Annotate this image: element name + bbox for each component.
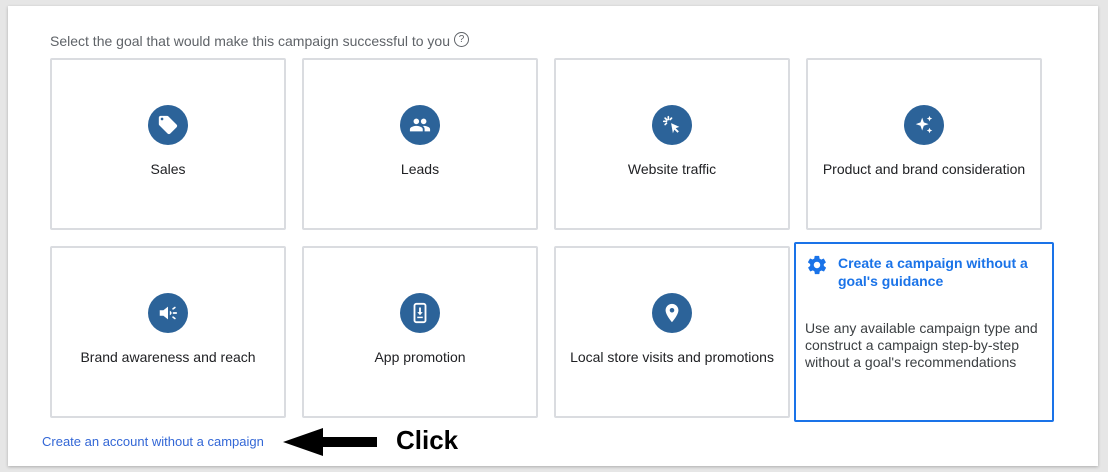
goal-label: App promotion: [374, 349, 466, 365]
goal-card-local-store-visits[interactable]: Local store visits and promotions: [554, 246, 790, 418]
goal-prompt: Select the goal that would make this cam…: [50, 31, 469, 49]
goal-card-sales[interactable]: Sales: [50, 58, 286, 230]
goal-card-leads[interactable]: Leads: [302, 58, 538, 230]
people-icon: [400, 105, 440, 145]
no-goal-card-title: Create a campaign without a goal's guida…: [838, 255, 1028, 289]
create-account-without-campaign-link[interactable]: Create an account without a campaign: [42, 434, 264, 449]
location-pin-icon: [652, 293, 692, 333]
goal-label: Local store visits and promotions: [570, 349, 774, 365]
goal-label: Brand awareness and reach: [80, 349, 256, 365]
goal-card-brand-awareness[interactable]: Brand awareness and reach: [50, 246, 286, 418]
goal-card-product-brand-consideration[interactable]: Product and brand consideration: [806, 58, 1042, 230]
goal-label: Sales: [150, 161, 186, 177]
gear-icon: [806, 254, 828, 281]
goal-label: Leads: [400, 161, 440, 177]
goal-label: Product and brand consideration: [822, 161, 1026, 177]
tag-icon: [148, 105, 188, 145]
sparkle-icon: [904, 105, 944, 145]
goal-prompt-text: Select the goal that would make this cam…: [50, 33, 450, 49]
no-goal-card-header: Create a campaign without a goal's guida…: [806, 254, 1043, 290]
goal-card-no-goal-guidance[interactable]: Create a campaign without a goal's guida…: [794, 242, 1054, 422]
cursor-click-icon: [652, 105, 692, 145]
click-annotation: Click: [396, 425, 459, 455]
goal-card-website-traffic[interactable]: Website traffic: [554, 58, 790, 230]
phone-download-icon: [400, 293, 440, 333]
no-goal-card-description: Use any available campaign type and cons…: [805, 320, 1038, 370]
megaphone-icon: [148, 293, 188, 333]
goal-card-app-promotion[interactable]: App promotion: [302, 246, 538, 418]
left-arrow-icon: [283, 428, 377, 461]
help-icon[interactable]: ?: [454, 31, 469, 47]
goal-label: Website traffic: [627, 161, 717, 177]
